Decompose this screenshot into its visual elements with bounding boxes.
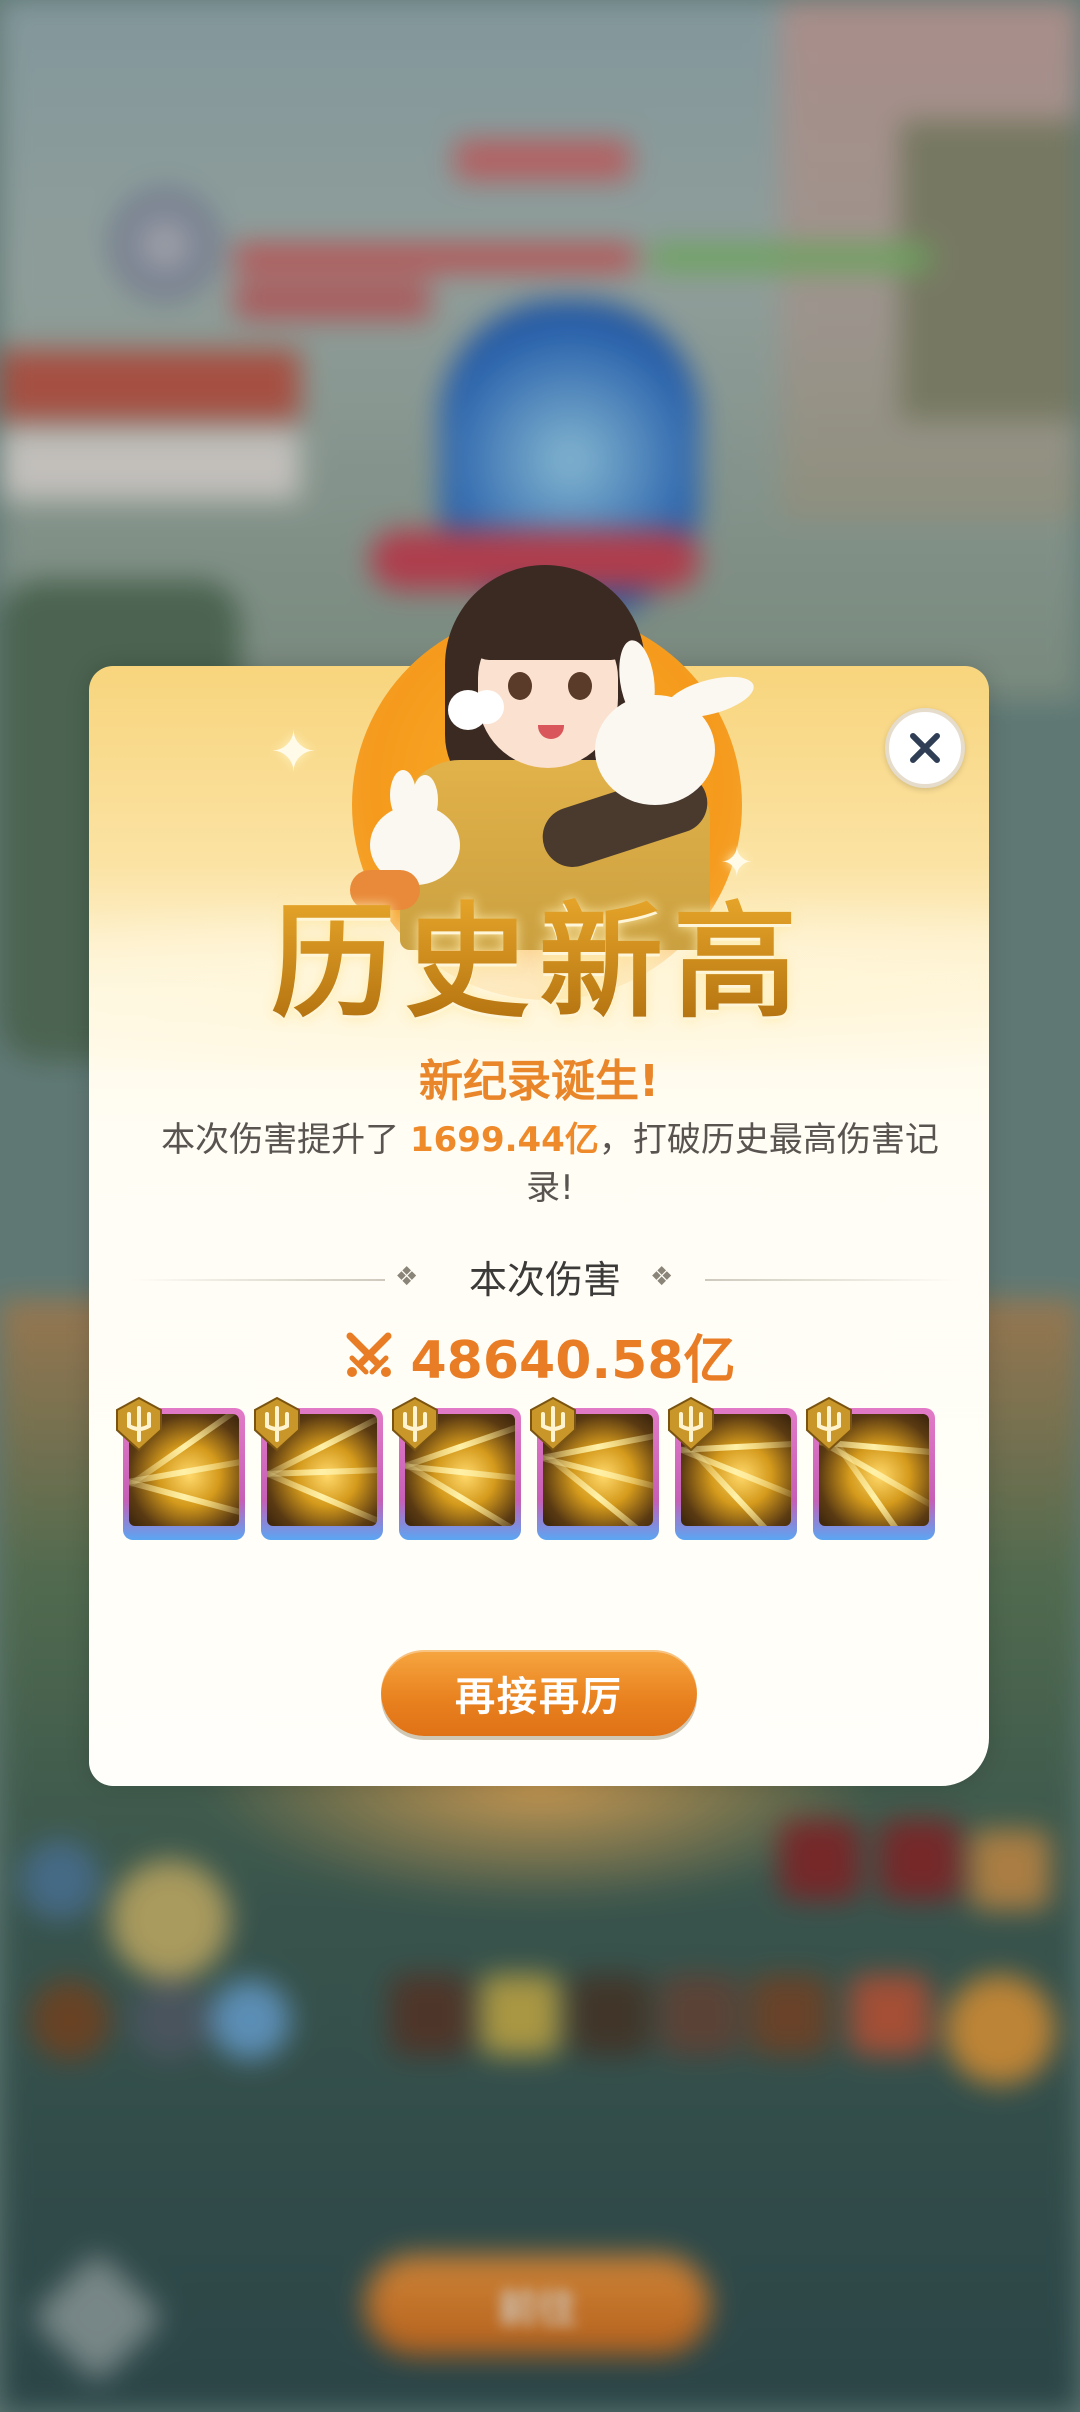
trident-badge-icon <box>254 1396 300 1452</box>
dialog-subtitle: 新纪录诞生! <box>418 1056 660 1107</box>
section-header: ❖ 本次伤害 ❖ <box>130 1250 960 1310</box>
try-again-button[interactable]: 再接再厉 <box>381 1650 697 1736</box>
trident-badge-icon <box>806 1396 852 1452</box>
close-icon <box>910 733 940 763</box>
skill-icon-golden-spirit[interactable] <box>806 1396 935 1540</box>
dialog-description: 本次伤害提升了 1699.44亿，打破历史最高伤害记录! <box>140 1116 960 1212</box>
divider-right <box>705 1279 960 1281</box>
trident-badge-icon <box>116 1396 162 1452</box>
skill-icon-golden-dragon[interactable] <box>530 1396 659 1540</box>
skill-icon-golden-wheel[interactable] <box>254 1396 383 1540</box>
damage-increase-value: 1699.44亿 <box>409 1120 599 1160</box>
skill-icon-golden-phoenix[interactable] <box>668 1396 797 1540</box>
crossed-swords-icon <box>346 1332 392 1377</box>
skill-list <box>116 1396 943 1546</box>
sparkle-icon: ✦ <box>720 840 754 886</box>
dialog-title: 历史新高 <box>89 893 989 1033</box>
damage-display: 48640.58亿 <box>89 1320 989 1391</box>
skill-icon-golden-spears[interactable] <box>116 1396 245 1540</box>
trident-badge-icon <box>668 1396 714 1452</box>
close-button[interactable] <box>885 708 965 788</box>
trident-badge-icon <box>530 1396 576 1452</box>
diamond-deco-icon: ❖ <box>650 1262 674 1292</box>
description-prefix: 本次伤害提升了 <box>161 1120 410 1160</box>
trident-badge-icon <box>392 1396 438 1452</box>
sparkle-icon: ✦ <box>270 720 317 785</box>
skill-icon-golden-beam[interactable] <box>392 1396 521 1540</box>
damage-value: 48640.58亿 <box>410 1330 736 1391</box>
